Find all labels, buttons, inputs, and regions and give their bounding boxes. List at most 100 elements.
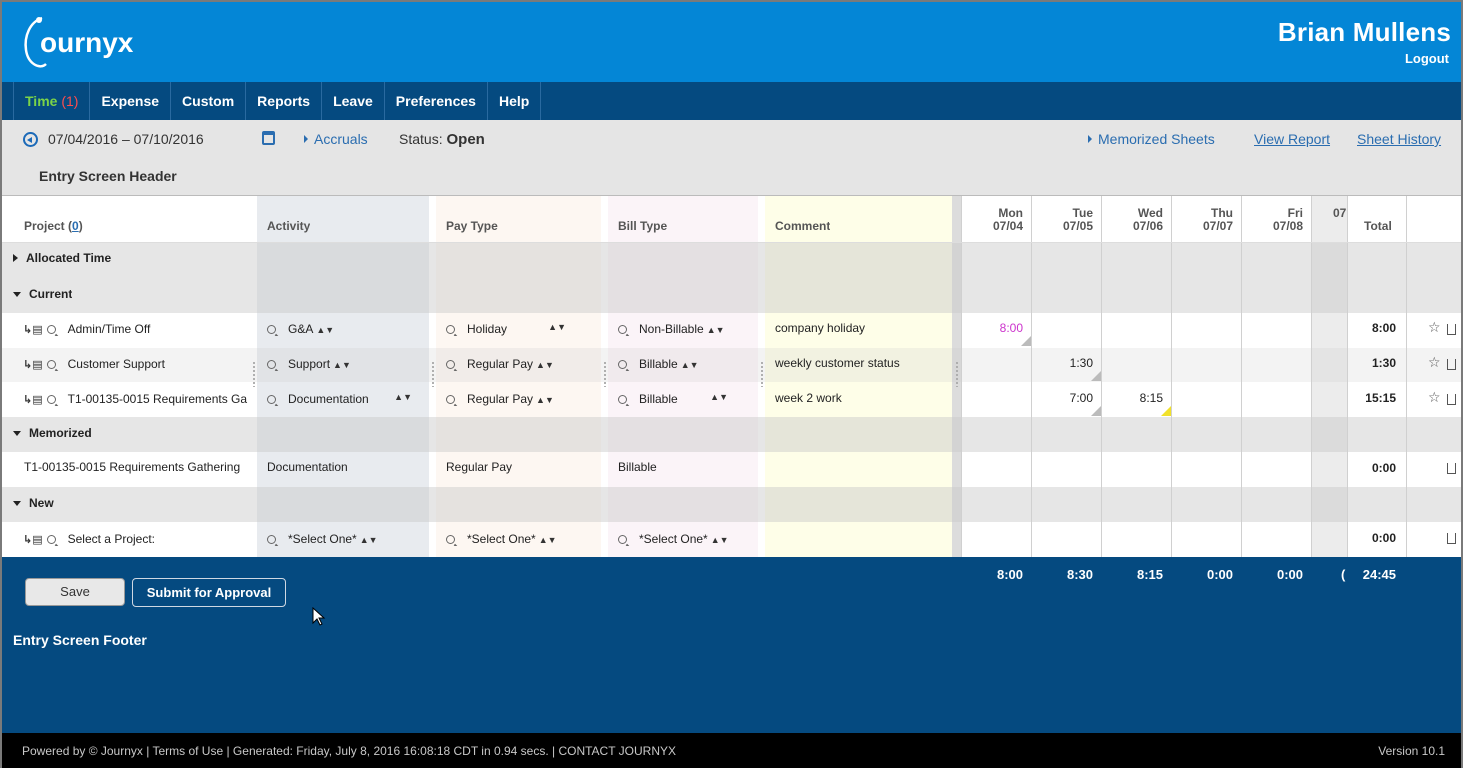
- nav-expense[interactable]: Expense: [90, 82, 172, 120]
- top-header: ournyx Brian Mullens Logout: [2, 2, 1461, 82]
- billtype-value: Non-Billable: [639, 322, 704, 336]
- search-icon[interactable]: [618, 360, 627, 369]
- row-total: 0:00: [1371, 461, 1396, 475]
- resize-grip[interactable]: [603, 361, 607, 387]
- billtype-select[interactable]: Billable ▲▼: [618, 392, 728, 406]
- search-icon[interactable]: [446, 325, 455, 334]
- search-icon[interactable]: [46, 395, 56, 404]
- hours-tue[interactable]: 7:00: [1032, 391, 1093, 405]
- nav-help[interactable]: Help: [488, 82, 542, 120]
- project-header-close: ): [78, 219, 83, 233]
- resize-grip[interactable]: [955, 361, 959, 387]
- comment-input[interactable]: company holiday: [775, 321, 865, 335]
- search-icon[interactable]: [267, 395, 276, 404]
- save-button[interactable]: Save: [25, 578, 125, 606]
- paytype-select[interactable]: Regular Pay ▲▼: [446, 392, 554, 406]
- select-arrows-icon: ▲▼: [316, 325, 335, 335]
- delete-row-icon[interactable]: [1447, 393, 1456, 407]
- resize-grip[interactable]: [760, 361, 764, 387]
- section-new-toggle[interactable]: New: [13, 496, 54, 510]
- activity-value: G&A: [288, 322, 314, 336]
- nav-custom[interactable]: Custom: [171, 82, 247, 120]
- hours-tue[interactable]: 1:30: [1032, 356, 1093, 370]
- logout-link[interactable]: Logout: [1405, 51, 1449, 66]
- view-report-link[interactable]: View Report: [1254, 131, 1330, 147]
- daily-total-tue: 8:30: [1066, 567, 1093, 582]
- new-billtype-select[interactable]: *Select One* ▲▼: [618, 532, 729, 546]
- expand-row-icon[interactable]: ↳▤: [23, 533, 43, 546]
- expand-row-icon[interactable]: ↳▤: [23, 358, 43, 371]
- footer-powered-by[interactable]: Powered by © Journyx | Terms of Use | Ge…: [22, 744, 676, 758]
- nav-time-label: Time: [25, 93, 58, 109]
- row-project[interactable]: ↳▤ Customer Support: [23, 357, 249, 371]
- search-icon[interactable]: [618, 535, 627, 544]
- caret-right-icon: [13, 254, 18, 262]
- comment-input[interactable]: week 2 work: [775, 391, 842, 405]
- section-current-toggle[interactable]: Current: [13, 287, 72, 301]
- activity-select[interactable]: G&A ▲▼: [267, 322, 334, 336]
- day-date: 07/07: [1202, 219, 1233, 233]
- memorize-star-icon[interactable]: ☆: [1428, 389, 1441, 406]
- day-date: 07/06: [1132, 219, 1163, 233]
- calendar-icon[interactable]: [262, 131, 275, 145]
- delete-row-icon[interactable]: [1447, 323, 1456, 337]
- comment-input[interactable]: weekly customer status: [775, 356, 900, 370]
- resize-grip[interactable]: [252, 361, 256, 387]
- version-label: Version 10.1: [1378, 744, 1445, 758]
- search-icon[interactable]: [446, 535, 455, 544]
- search-icon[interactable]: [46, 325, 56, 334]
- new-paytype-select[interactable]: *Select One* ▲▼: [446, 532, 557, 546]
- resize-grip[interactable]: [431, 361, 435, 387]
- search-icon[interactable]: [46, 535, 56, 544]
- paytype-select[interactable]: Regular Pay ▲▼: [446, 357, 554, 371]
- delete-row-icon[interactable]: [1447, 462, 1456, 476]
- search-icon[interactable]: [446, 395, 455, 404]
- search-icon[interactable]: [46, 360, 56, 369]
- row-project[interactable]: ↳▤ Admin/Time Off: [23, 322, 249, 336]
- delete-row-icon[interactable]: [1447, 358, 1456, 372]
- submit-for-approval-button[interactable]: Submit for Approval: [132, 578, 286, 607]
- accruals-label: Accruals: [314, 131, 368, 147]
- memorize-star-icon[interactable]: ☆: [1428, 354, 1441, 371]
- billtype-select[interactable]: Non-Billable ▲▼: [618, 322, 725, 336]
- section-memorized-toggle[interactable]: Memorized: [13, 426, 92, 440]
- nav-preferences[interactable]: Preferences: [385, 82, 488, 120]
- entry-screen-footer: Entry Screen Footer: [13, 632, 147, 648]
- search-icon[interactable]: [446, 360, 455, 369]
- previous-period-icon[interactable]: [23, 132, 38, 147]
- billtype-value: Billable: [639, 357, 678, 371]
- expand-row-icon[interactable]: ↳▤: [23, 323, 43, 336]
- search-icon[interactable]: [618, 395, 627, 404]
- sheet-history-link[interactable]: Sheet History: [1357, 131, 1441, 147]
- day-date: 07/08: [1272, 219, 1303, 233]
- section-allocated-toggle[interactable]: Allocated Time: [13, 251, 111, 265]
- grand-total: 24:45: [1362, 567, 1396, 582]
- paytype-select[interactable]: Holiday ▲▼: [446, 322, 566, 336]
- search-icon[interactable]: [267, 360, 276, 369]
- row-project[interactable]: ↳▤ T1-00135-0015 Requirements Ga: [23, 392, 249, 406]
- billtype-select[interactable]: Billable ▲▼: [618, 357, 699, 371]
- nav-leave[interactable]: Leave: [322, 82, 385, 120]
- expand-row-icon[interactable]: ↳▤: [23, 393, 43, 406]
- activity-select[interactable]: Documentation ▲▼: [267, 392, 412, 406]
- journyx-logo[interactable]: ournyx: [20, 14, 155, 72]
- search-icon[interactable]: [618, 325, 627, 334]
- memorized-sheets-link[interactable]: Memorized Sheets: [1088, 131, 1215, 147]
- section-allocated-band: [2, 242, 1461, 278]
- day-header-mon: Mon 07/04: [962, 207, 1023, 233]
- new-activity-select[interactable]: *Select One* ▲▼: [267, 532, 378, 546]
- delete-row-icon[interactable]: [1447, 532, 1456, 546]
- memorized-project[interactable]: T1-00135-0015 Requirements Gathering: [24, 460, 250, 474]
- memorize-star-icon[interactable]: ☆: [1428, 319, 1441, 336]
- activity-select[interactable]: Support ▲▼: [267, 357, 351, 371]
- new-project-select[interactable]: ↳▤ Select a Project:: [23, 532, 249, 546]
- search-icon[interactable]: [267, 325, 276, 334]
- accruals-link[interactable]: Accruals: [304, 131, 368, 147]
- memorized-billtype: Billable: [618, 460, 657, 474]
- nav-time[interactable]: Time (1): [13, 82, 91, 120]
- hours-mon[interactable]: 8:00: [962, 321, 1023, 335]
- project-count-link[interactable]: 0: [72, 219, 79, 233]
- hours-wed[interactable]: 8:15: [1102, 391, 1163, 405]
- search-icon[interactable]: [267, 535, 276, 544]
- nav-reports[interactable]: Reports: [246, 82, 323, 120]
